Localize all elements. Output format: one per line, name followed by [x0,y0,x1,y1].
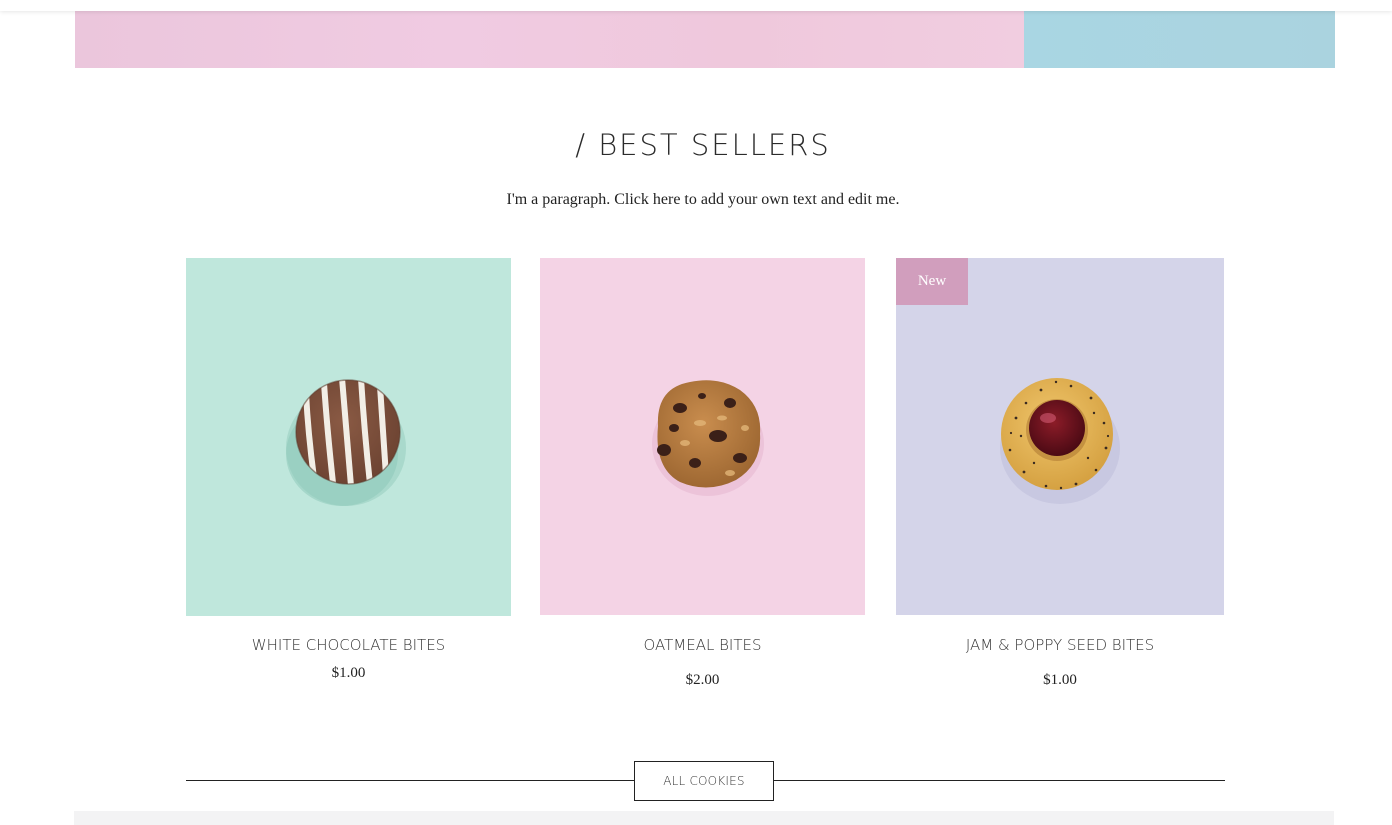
product-image[interactable]: New [896,258,1224,615]
section-title: / BEST SELLERS [575,128,831,162]
hero-banner-blue-panel [1024,11,1335,68]
product-card-oatmeal[interactable]: OATMEAL BITES $2.00 [540,258,865,698]
jam-poppy-seed-cookie-icon [1000,378,1120,504]
oatmeal-cookie-icon [652,380,764,496]
product-image[interactable] [186,258,511,616]
product-price: $2.00 [685,672,720,688]
product-image[interactable] [540,258,865,615]
hero-banner [75,11,1335,68]
product-name[interactable]: JAM & POPPY SEED BITES [896,636,1224,654]
product-price: $1.00 [331,665,366,681]
new-badge: New [896,258,968,305]
hero-banner-pink-panel [75,11,1024,68]
product-card-jam-poppy[interactable]: New JAM & POPPY SEED BITES $1.00 [896,258,1224,698]
white-chocolate-cookie-icon [286,379,406,506]
header-bar [0,0,1392,11]
product-name[interactable]: OATMEAL BITES [540,636,865,654]
section-paragraph: I'm a paragraph. Click here to add your … [506,191,900,208]
product-card-white-chocolate[interactable]: WHITE CHOCOLATE BITES $1.00 [186,258,511,688]
product-name[interactable]: WHITE CHOCOLATE BITES [186,636,511,654]
footer-strip [74,811,1334,825]
all-cookies-button[interactable]: ALL COOKIES [634,761,774,801]
product-price: $1.00 [1043,672,1077,688]
